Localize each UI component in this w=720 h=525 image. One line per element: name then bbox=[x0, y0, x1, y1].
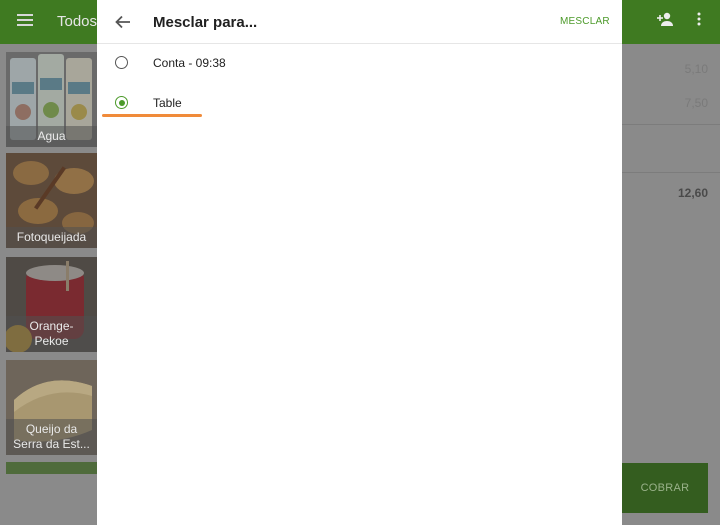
product-tile-agua: Agua bbox=[6, 52, 97, 147]
option-label: Table bbox=[153, 96, 182, 110]
option-label: Conta - 09:38 bbox=[153, 56, 226, 70]
dialog-title: Mesclar para... bbox=[153, 14, 258, 31]
tile-label: Orange- Pekoe bbox=[6, 316, 97, 352]
merge-option-conta[interactable]: Conta - 09:38 bbox=[97, 44, 622, 84]
divider bbox=[622, 172, 720, 173]
product-tile-fotoqueijada: Fotoqueijada bbox=[6, 153, 97, 248]
product-tile-orange-pekoe: Orange- Pekoe bbox=[6, 257, 97, 352]
merge-option-table[interactable]: Table bbox=[97, 84, 622, 124]
radio-button[interactable] bbox=[115, 56, 128, 69]
add-person-icon bbox=[657, 12, 675, 31]
focus-underline bbox=[102, 114, 202, 117]
tile-label: Agua bbox=[6, 126, 97, 147]
divider bbox=[622, 124, 720, 125]
total-amount: 12,60 bbox=[677, 186, 708, 200]
radio-button-selected[interactable] bbox=[115, 96, 128, 109]
more-vert-icon bbox=[697, 12, 701, 31]
tile-label: Fotoqueijada bbox=[6, 227, 97, 248]
charge-button: COBRAR bbox=[622, 463, 708, 513]
tile-label: Queijo da Serra da Est... bbox=[6, 419, 97, 455]
product-tile-partial bbox=[6, 462, 97, 474]
product-tile-queijo: Queijo da Serra da Est... bbox=[6, 360, 97, 455]
app-title: Todos bbox=[57, 13, 98, 30]
merge-dialog: Mesclar para... MESCLAR Conta - 09:38 Ta… bbox=[97, 0, 622, 525]
item-amount: 5,10 bbox=[684, 62, 708, 76]
merge-button[interactable]: MESCLAR bbox=[560, 16, 610, 27]
menu-icon bbox=[17, 14, 33, 26]
dialog-header: Mesclar para... MESCLAR bbox=[97, 0, 622, 44]
item-amount: 7,50 bbox=[684, 96, 708, 110]
back-arrow-icon[interactable] bbox=[114, 13, 132, 31]
